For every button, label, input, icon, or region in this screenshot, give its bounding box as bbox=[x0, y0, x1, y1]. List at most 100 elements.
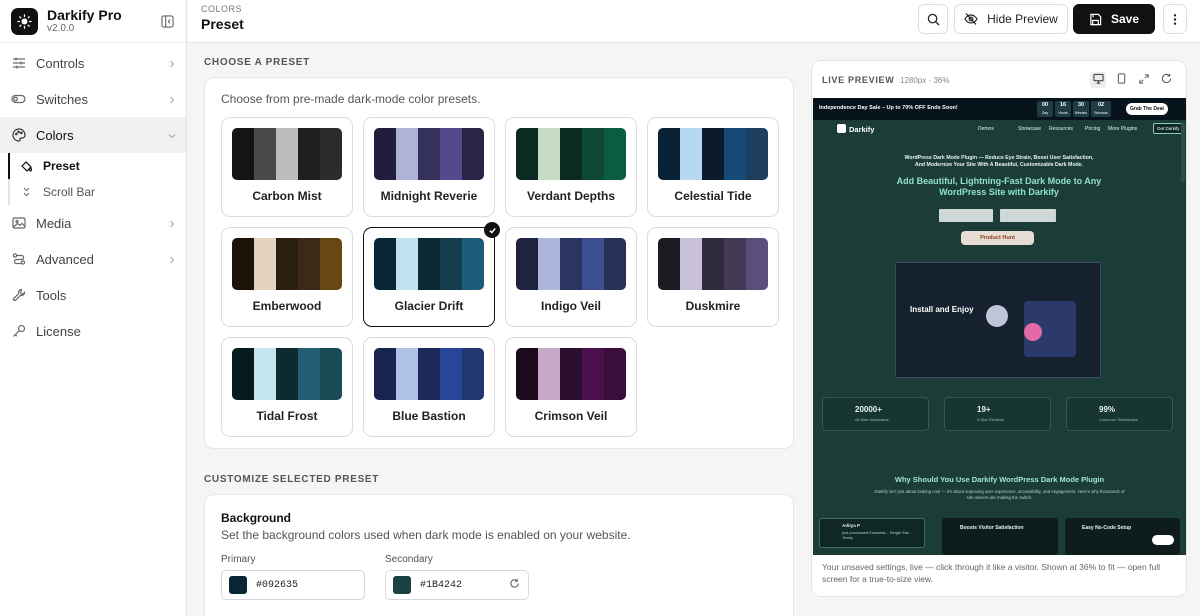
swatch bbox=[418, 348, 440, 400]
selected-check-icon bbox=[484, 222, 500, 238]
swatch bbox=[516, 128, 538, 180]
preset-card-glacier-drift[interactable]: Glacier Drift bbox=[363, 222, 500, 327]
secondary-color-value: #1B4242 bbox=[420, 579, 463, 591]
illustration-figure bbox=[1024, 323, 1042, 341]
site-menu-more-plugins[interactable]: More Plugins bbox=[1108, 126, 1137, 132]
sidebar-item-license[interactable]: License bbox=[0, 313, 186, 349]
sidebar-item-colors[interactable]: Colors bbox=[0, 117, 186, 153]
preset-swatches bbox=[374, 238, 484, 290]
site-menu-demos[interactable]: Demos bbox=[978, 126, 994, 132]
swatch bbox=[560, 348, 582, 400]
sidebar-subitem-preset[interactable]: Preset bbox=[0, 153, 186, 179]
collapse-sidebar-icon[interactable] bbox=[159, 13, 175, 29]
swatch bbox=[724, 128, 746, 180]
search-button[interactable] bbox=[918, 4, 948, 34]
background-card: Background Set the background colors use… bbox=[204, 494, 794, 616]
sidebar-item-label: Advanced bbox=[36, 251, 94, 267]
refresh-icon bbox=[1161, 71, 1172, 89]
swatch bbox=[604, 128, 626, 180]
save-button[interactable]: Save bbox=[1073, 4, 1155, 34]
sidebar-item-switches[interactable]: Switches bbox=[0, 81, 186, 117]
feature-title: Easy No-Code Setup bbox=[1082, 525, 1132, 531]
site-menu-showcase[interactable]: Showcase bbox=[1018, 126, 1041, 132]
secondary-color-swatch[interactable] bbox=[393, 576, 411, 594]
desktop-icon bbox=[1092, 71, 1104, 89]
toggle-icon bbox=[11, 92, 26, 107]
secondary-color-field[interactable]: #1B4242 bbox=[385, 570, 529, 600]
live-preview-panel: LIVE PREVIEW 1280px · 36% Independence D… bbox=[811, 60, 1187, 597]
preset-card-emberwood[interactable]: Emberwood bbox=[221, 227, 353, 327]
grab-deal-button[interactable]: Grab The Deal bbox=[1126, 103, 1168, 115]
preset-card-tidal-frost[interactable]: Tidal Frost bbox=[221, 337, 353, 437]
sidebar-subitem-scroll-bar[interactable]: Scroll Bar bbox=[0, 179, 186, 205]
preset-card-carbon-mist[interactable]: Carbon Mist bbox=[221, 117, 353, 217]
why-title: Why Should You Use Darkify WordPress Dar… bbox=[894, 475, 1105, 484]
preview-screenshot[interactable]: Independence Day Sale – Up to 70% OFF En… bbox=[813, 98, 1186, 555]
preset-name: Blue Bastion bbox=[392, 409, 466, 423]
preset-card-celestial-tide[interactable]: Celestial Tide bbox=[647, 117, 779, 217]
preset-card-verdant-depths[interactable]: Verdant Depths bbox=[505, 117, 637, 217]
primary-color-field[interactable]: #092635 bbox=[221, 570, 365, 600]
fullscreen-button[interactable] bbox=[1136, 72, 1152, 88]
reload-button[interactable] bbox=[1158, 72, 1174, 88]
product-hunt-badge[interactable]: Product Hunt bbox=[961, 231, 1034, 245]
brand-header: Darkify Pro v2.0.0 bbox=[0, 0, 186, 43]
sidebar-item-media[interactable]: Media bbox=[0, 205, 186, 241]
why-description: Darkify isn't just about looking cool — … bbox=[874, 489, 1125, 500]
primary-label: Primary bbox=[221, 554, 256, 565]
mobile-icon bbox=[1117, 71, 1126, 89]
preset-card-duskmire[interactable]: Duskmire bbox=[647, 227, 779, 327]
play-button-icon[interactable] bbox=[986, 305, 1008, 327]
stat-reviews: 19+ 5-Star Reviews bbox=[944, 397, 1051, 431]
site-menu-resources[interactable]: Resources bbox=[1049, 126, 1073, 132]
presets-card: Choose from pre-made dark-mode color pre… bbox=[204, 77, 794, 449]
swatch bbox=[298, 238, 320, 290]
swatch bbox=[320, 348, 342, 400]
dark-mode-toggle[interactable] bbox=[1152, 535, 1174, 545]
preset-card-indigo-veil[interactable]: Indigo Veil bbox=[505, 227, 637, 327]
preset-card-blue-bastion[interactable]: Blue Bastion bbox=[363, 337, 495, 437]
sidebar-item-controls[interactable]: Controls bbox=[0, 45, 186, 81]
countdown: 00 Day 16 Hours 30 Minutes 02 Seconds bbox=[1037, 101, 1111, 117]
swatch bbox=[440, 238, 462, 290]
video-card[interactable]: Install and Enjoy bbox=[895, 262, 1101, 378]
primary-color-swatch[interactable] bbox=[229, 576, 247, 594]
preset-card-crimson-veil[interactable]: Crimson Veil bbox=[505, 337, 637, 437]
preview-scrollbar[interactable] bbox=[1181, 122, 1185, 182]
preset-swatches bbox=[374, 128, 484, 180]
reset-icon[interactable] bbox=[509, 578, 520, 593]
site-logo-text: Darkify bbox=[849, 125, 875, 134]
swatch bbox=[276, 348, 298, 400]
toast-user: Aditya P bbox=[842, 523, 861, 528]
hero-button-secondary[interactable] bbox=[1000, 209, 1056, 222]
hero-button-primary[interactable] bbox=[939, 209, 993, 222]
customize-heading: CUSTOMIZE SELECTED PRESET bbox=[204, 474, 380, 485]
sidebar-item-advanced[interactable]: Advanced bbox=[0, 241, 186, 277]
preset-swatches bbox=[516, 238, 626, 290]
swatch bbox=[298, 128, 320, 180]
hero-tagline: WordPress Dark Mode Plugin — Reduce Eye … bbox=[904, 155, 1094, 168]
site-menu-pricing[interactable]: Pricing bbox=[1085, 126, 1100, 132]
stat-value: 20000+ bbox=[855, 405, 882, 414]
swatch bbox=[582, 348, 604, 400]
sidebar-item-label: Tools bbox=[36, 287, 67, 303]
sidebar-item-tools[interactable]: Tools bbox=[0, 277, 186, 313]
sidebar-item-label: Switches bbox=[36, 91, 89, 107]
get-darkify-button[interactable]: Get Darkify bbox=[1153, 123, 1184, 134]
preset-card-midnight-reverie[interactable]: Midnight Reverie bbox=[363, 117, 495, 217]
scroll-icon bbox=[20, 186, 33, 199]
presets-intro: Choose from pre-made dark-mode color pre… bbox=[221, 92, 481, 106]
more-options-button[interactable] bbox=[1163, 4, 1187, 34]
preview-footer-note: Your unsaved settings, live — click thro… bbox=[822, 562, 1160, 584]
countdown-day: 00 Day bbox=[1037, 101, 1053, 117]
swatch bbox=[516, 348, 538, 400]
desktop-view-button[interactable] bbox=[1090, 72, 1106, 88]
hide-preview-button[interactable]: Hide Preview bbox=[954, 4, 1068, 34]
preset-swatches bbox=[374, 348, 484, 400]
swatch bbox=[582, 128, 604, 180]
preset-name: Indigo Veil bbox=[540, 299, 601, 313]
palette-icon bbox=[11, 128, 26, 143]
app-name: Darkify Pro bbox=[47, 7, 122, 23]
preset-swatches bbox=[232, 238, 342, 290]
mobile-view-button[interactable] bbox=[1113, 72, 1129, 88]
